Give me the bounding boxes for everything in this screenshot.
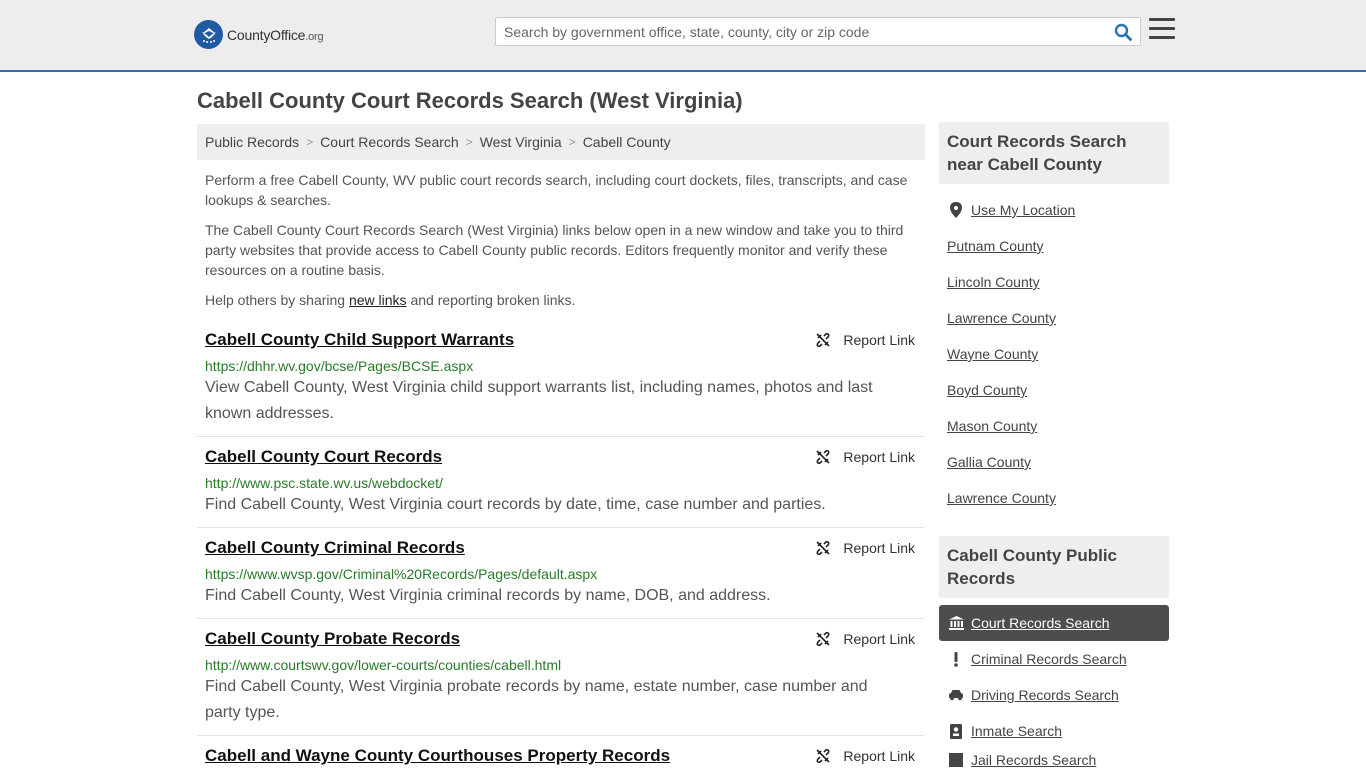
intro-paragraph-2: The Cabell County Court Records Search (…: [205, 222, 904, 278]
car-icon: [948, 687, 964, 703]
top-bar: CountyOffice.org: [0, 0, 1366, 72]
map-marker-icon: [948, 202, 964, 218]
nearby-county-link[interactable]: Lincoln County: [947, 274, 1040, 290]
nearby-county-link[interactable]: Lawrence County: [947, 310, 1056, 326]
result-item: Cabell County Criminal Records Report Li…: [197, 538, 925, 619]
result-description: Find Cabell County, West Virginia probat…: [205, 678, 868, 721]
broken-link-icon: [816, 449, 830, 465]
logo-text: CountyOffice.org: [227, 26, 324, 43]
result-title-link[interactable]: Cabell County Probate Records: [205, 629, 460, 649]
sidebar-item-inmate-search[interactable]: Inmate Search: [971, 723, 1062, 739]
use-my-location-link[interactable]: Use My Location: [971, 202, 1075, 218]
result-description: Find Cabell County, West Virginia court …: [205, 496, 826, 513]
breadcrumb-court-records-search[interactable]: Court Records Search: [320, 134, 459, 150]
intro-paragraph-1: Perform a free Cabell County, WV public …: [205, 172, 908, 208]
result-title-link[interactable]: Cabell and Wayne County Courthouses Prop…: [205, 746, 670, 766]
nearby-county-link[interactable]: Mason County: [947, 418, 1037, 434]
result-url: http://www.courtswv.gov/lower-courts/cou…: [205, 657, 562, 673]
breadcrumb-cabell-county[interactable]: Cabell County: [583, 134, 671, 150]
breadcrumb: Public Records > Court Records Search > …: [197, 124, 925, 160]
broken-link-icon: [816, 540, 830, 556]
nearby-county-link[interactable]: Boyd County: [947, 382, 1027, 398]
exclamation-icon: [948, 651, 964, 667]
result-item: Cabell County Child Support Warrants Rep…: [197, 330, 925, 437]
result-url: https://dhhr.wv.gov/bcse/Pages/BCSE.aspx: [205, 358, 474, 374]
hamburger-menu-icon[interactable]: [1149, 18, 1175, 44]
result-item: Cabell County Probate Records Report Lin…: [197, 629, 925, 736]
result-url: https://www.wvsp.gov/Criminal%20Records/…: [205, 566, 598, 582]
breadcrumb-separator: >: [306, 135, 314, 149]
breadcrumb-public-records[interactable]: Public Records: [205, 134, 299, 150]
new-links-link[interactable]: new links: [349, 292, 407, 308]
report-link-button[interactable]: Report Link: [815, 540, 915, 556]
sidebar-item-jail-records-search[interactable]: Jail Records Search: [971, 752, 1096, 768]
broken-link-icon: [816, 631, 830, 647]
result-description: Find Cabell County, West Virginia crimin…: [205, 587, 771, 604]
breadcrumb-separator: >: [465, 135, 473, 149]
id-badge-icon: [948, 723, 964, 739]
result-description: View Cabell County, West Virginia child …: [205, 379, 873, 422]
search-bar: [495, 17, 1141, 46]
result-url: http://www.psc.state.wv.us/webdocket/: [205, 475, 443, 491]
result-item: Cabell County Court Records Report Link …: [197, 447, 925, 528]
nearby-county-link[interactable]: Lawrence County: [947, 490, 1056, 506]
nearby-county-link[interactable]: Putnam County: [947, 238, 1044, 254]
report-link-button[interactable]: Report Link: [815, 748, 915, 764]
search-button[interactable]: [1106, 18, 1140, 45]
courthouse-icon: [948, 615, 964, 631]
sidebar-public-records-heading: Cabell County Public Records: [939, 536, 1169, 598]
result-title-link[interactable]: Cabell County Criminal Records: [205, 538, 465, 558]
result-item: Cabell and Wayne County Courthouses Prop…: [197, 746, 925, 768]
nearby-county-link[interactable]: Gallia County: [947, 454, 1031, 470]
page-title: Cabell County Court Records Search (West…: [197, 88, 743, 113]
search-icon: [1114, 23, 1132, 41]
broken-link-icon: [816, 748, 830, 764]
report-link-button[interactable]: Report Link: [815, 449, 915, 465]
result-title-link[interactable]: Cabell County Child Support Warrants: [205, 330, 514, 350]
sidebar-item-criminal-records-search[interactable]: Criminal Records Search: [971, 651, 1127, 667]
report-link-button[interactable]: Report Link: [815, 631, 915, 647]
breadcrumb-separator: >: [568, 135, 576, 149]
intro-paragraph-3: Help others by sharing new links and rep…: [205, 292, 576, 308]
broken-link-icon: [816, 332, 830, 348]
sidebar-item-driving-records-search[interactable]: Driving Records Search: [971, 687, 1119, 703]
site-logo[interactable]: CountyOffice.org: [194, 20, 324, 49]
jail-icon: [948, 752, 964, 768]
nearby-county-link[interactable]: Wayne County: [947, 346, 1038, 362]
sidebar-near-heading: Court Records Search near Cabell County: [939, 122, 1169, 184]
search-input[interactable]: [496, 18, 1106, 45]
sidebar-item-court-records-search[interactable]: Court Records Search: [971, 615, 1110, 631]
report-link-button[interactable]: Report Link: [815, 332, 915, 348]
result-title-link[interactable]: Cabell County Court Records: [205, 447, 442, 467]
breadcrumb-west-virginia[interactable]: West Virginia: [480, 134, 562, 150]
logo-seal-icon: [194, 20, 223, 49]
